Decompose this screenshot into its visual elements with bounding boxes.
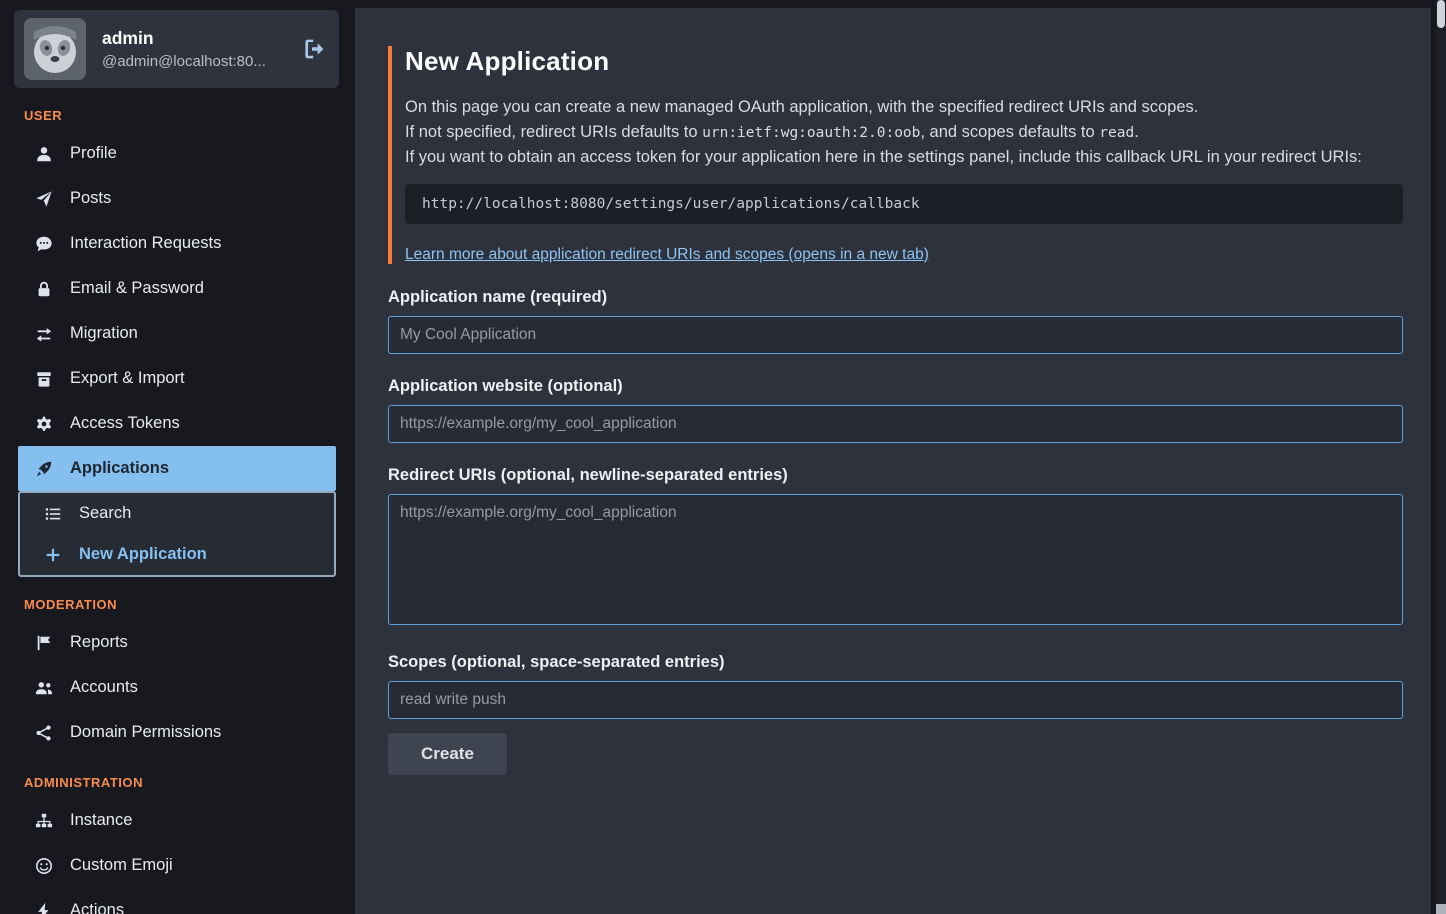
avatar	[24, 18, 86, 80]
new-application-form: Application name (required) Application …	[388, 288, 1403, 775]
user-icon	[33, 145, 55, 163]
user-info: admin @admin@localhost:80...	[102, 28, 287, 70]
list-icon	[42, 505, 64, 523]
sidebar-item-label: Applications	[70, 457, 169, 480]
scrollbar-thumb[interactable]	[1437, 0, 1445, 28]
section-label-user: USER	[24, 108, 355, 123]
scrollbar-corner	[1436, 904, 1446, 914]
archive-box-icon	[33, 370, 55, 388]
section-label-moderation: MODERATION	[24, 597, 355, 612]
exchange-arrows-icon	[33, 325, 55, 343]
sidebar-item-new-application[interactable]: New Application	[20, 534, 334, 575]
user-card[interactable]: admin @admin@localhost:80...	[14, 10, 339, 88]
sidebar-item-label: Export & Import	[70, 367, 185, 390]
paper-plane-icon	[33, 190, 55, 208]
rocket-icon	[33, 460, 55, 478]
sidebar-item-actions[interactable]: Actions	[18, 888, 336, 914]
smiley-icon	[33, 857, 55, 875]
sidebar-item-label: Posts	[70, 187, 111, 210]
sidebar-item-label: Custom Emoji	[70, 854, 173, 877]
application-name-input[interactable]	[388, 316, 1403, 354]
users-icon	[33, 679, 55, 697]
scopes-label: Scopes (optional, space-separated entrie…	[388, 653, 1403, 672]
flag-icon	[33, 634, 55, 652]
new-application-panel: New Application On this page you can cre…	[355, 8, 1431, 914]
lock-icon	[33, 280, 55, 298]
field-redirect-uris: Redirect URIs (optional, newline-separat…	[388, 466, 1403, 630]
sidebar-item-label: Migration	[70, 322, 138, 345]
intro-line-1: On this page you can create a new manage…	[405, 95, 1403, 120]
page-title: New Application	[405, 46, 1403, 77]
inline-code-uri: urn:ietf:wg:oauth:2.0:oob	[702, 125, 920, 141]
sidebar-item-label: Interaction Requests	[70, 232, 221, 255]
sidebar-item-label: Actions	[70, 899, 124, 914]
plus-icon	[42, 546, 64, 564]
learn-more-link[interactable]: Learn more about application redirect UR…	[405, 246, 929, 264]
sidebar-item-email-password[interactable]: Email & Password	[18, 266, 336, 311]
sidebar-item-domain-permissions[interactable]: Domain Permissions	[18, 710, 336, 755]
user-nav: Profile Posts Interaction Requests Email…	[0, 131, 355, 491]
intro-block: New Application On this page you can cre…	[388, 46, 1403, 264]
application-website-input[interactable]	[388, 405, 1403, 443]
main-content: New Application On this page you can cre…	[355, 0, 1446, 914]
sidebar-item-custom-emoji[interactable]: Custom Emoji	[18, 843, 336, 888]
sidebar-item-reports[interactable]: Reports	[18, 620, 336, 665]
sidebar: admin @admin@localhost:80... USER Profil…	[0, 0, 355, 914]
sidebar-item-profile[interactable]: Profile	[18, 131, 336, 176]
bolt-icon	[33, 902, 55, 914]
application-website-label: Application website (optional)	[388, 377, 1403, 396]
sidebar-item-export-import[interactable]: Export & Import	[18, 356, 336, 401]
sidebar-item-label: Search	[79, 502, 131, 525]
sidebar-item-label: Domain Permissions	[70, 721, 221, 744]
field-application-website: Application website (optional)	[388, 377, 1403, 443]
callback-url-code: http://localhost:8080/settings/user/appl…	[405, 184, 1403, 224]
intro-line-2: If not specified, redirect URIs defaults…	[405, 120, 1403, 146]
inline-code-scope: read	[1099, 125, 1134, 141]
sidebar-item-access-tokens[interactable]: Access Tokens	[18, 401, 336, 446]
user-name: admin	[102, 28, 287, 49]
vertical-scrollbar[interactable]	[1436, 0, 1446, 914]
sidebar-item-search[interactable]: Search	[20, 493, 334, 534]
user-handle: @admin@localhost:80...	[102, 53, 287, 70]
sidebar-item-posts[interactable]: Posts	[18, 176, 336, 221]
sidebar-item-instance[interactable]: Instance	[18, 798, 336, 843]
sidebar-item-label: Email & Password	[70, 277, 204, 300]
sidebar-item-label: Access Tokens	[70, 412, 180, 435]
field-application-name: Application name (required)	[388, 288, 1403, 354]
application-name-label: Application name (required)	[388, 288, 1403, 307]
redirect-uris-label: Redirect URIs (optional, newline-separat…	[388, 466, 1403, 485]
sidebar-item-label: Profile	[70, 142, 117, 165]
scopes-input[interactable]	[388, 681, 1403, 719]
applications-submenu: Search New Application	[18, 491, 336, 577]
comment-icon	[33, 235, 55, 253]
sidebar-item-accounts[interactable]: Accounts	[18, 665, 336, 710]
intro-line-3: If you want to obtain an access token fo…	[405, 145, 1403, 170]
sidebar-item-applications[interactable]: Applications	[18, 446, 336, 491]
logout-icon[interactable]	[303, 37, 327, 61]
sitemap-icon	[33, 812, 55, 830]
sidebar-item-label: New Application	[79, 543, 207, 566]
gear-icon	[33, 415, 55, 433]
sidebar-item-migration[interactable]: Migration	[18, 311, 336, 356]
sidebar-item-interaction-requests[interactable]: Interaction Requests	[18, 221, 336, 266]
share-nodes-icon	[33, 724, 55, 742]
sidebar-item-label: Reports	[70, 631, 128, 654]
redirect-uris-textarea[interactable]	[388, 494, 1403, 625]
administration-nav: Instance Custom Emoji Actions	[0, 798, 355, 914]
section-label-administration: ADMINISTRATION	[24, 775, 355, 790]
sidebar-item-label: Instance	[70, 809, 132, 832]
sidebar-item-label: Accounts	[70, 676, 138, 699]
moderation-nav: Reports Accounts Domain Permissions	[0, 620, 355, 755]
create-button[interactable]: Create	[388, 733, 507, 775]
field-scopes: Scopes (optional, space-separated entrie…	[388, 653, 1403, 719]
